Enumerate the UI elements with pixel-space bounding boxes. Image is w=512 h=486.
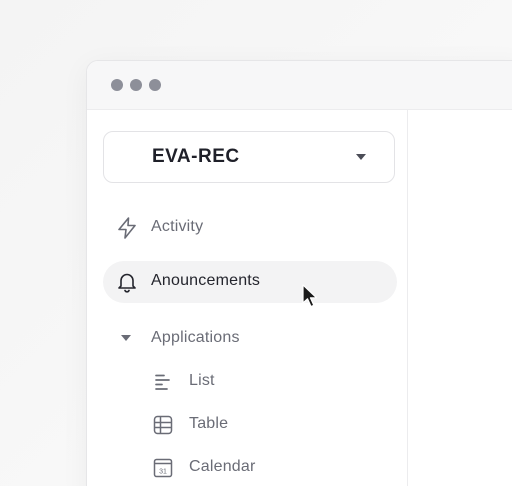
sub-label-list: List	[189, 372, 215, 389]
lightning-icon	[115, 216, 139, 240]
main-content	[408, 110, 512, 486]
sub-item-list[interactable]: List	[143, 362, 393, 402]
sub-item-calendar[interactable]: 31 Calendar	[143, 448, 393, 486]
workspace-selector[interactable]: EVA-REC	[103, 131, 395, 183]
window-control-dot[interactable]	[111, 79, 123, 91]
sub-label-calendar: Calendar	[189, 458, 256, 475]
nav-label-activity: Activity	[151, 218, 204, 235]
sidebar: EVA-REC Activity Anouncements Applicatio…	[87, 110, 408, 486]
sub-item-table[interactable]: Table	[143, 405, 393, 445]
calendar-icon: 31	[153, 458, 173, 478]
nav-label-announcements: Anouncements	[151, 272, 261, 289]
nav-item-activity[interactable]: Activity	[103, 207, 397, 249]
nav-label-applications: Applications	[151, 329, 240, 346]
table-icon	[153, 415, 173, 435]
window-control-dot[interactable]	[130, 79, 142, 91]
workspace-logo: EVA-REC	[152, 146, 240, 167]
caret-down-icon[interactable]	[121, 335, 131, 341]
window-titlebar	[87, 61, 512, 110]
app-window: EVA-REC Activity Anouncements Applicatio…	[86, 60, 512, 486]
chevron-down-icon	[356, 154, 366, 160]
list-icon	[153, 372, 173, 392]
nav-item-announcements[interactable]: Anouncements	[103, 261, 397, 303]
nav-group-applications[interactable]: Applications	[103, 318, 397, 360]
mouse-cursor-icon	[302, 284, 318, 308]
window-control-dot[interactable]	[149, 79, 161, 91]
bell-icon	[115, 270, 139, 294]
calendar-icon-date: 31	[159, 469, 167, 476]
stage: EVA-REC Activity Anouncements Applicatio…	[0, 0, 512, 486]
sub-label-table: Table	[189, 415, 229, 432]
